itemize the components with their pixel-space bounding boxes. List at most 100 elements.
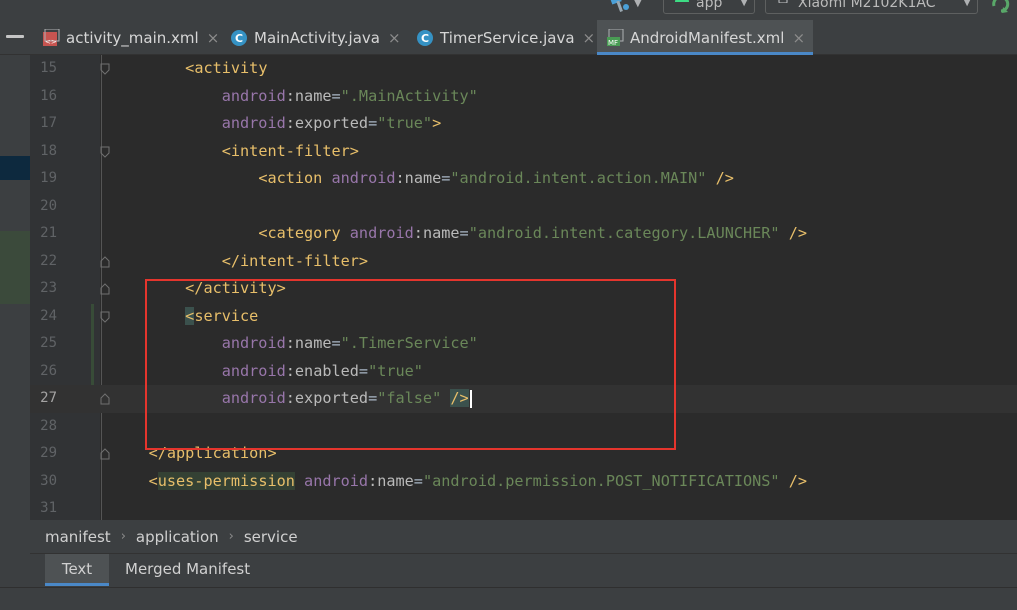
code-text: <service bbox=[185, 306, 259, 325]
tab-label: Merged Manifest bbox=[125, 560, 251, 578]
line-number: 27 bbox=[40, 390, 57, 406]
tab-timerservice-java[interactable]: C TimerService.java × bbox=[416, 20, 595, 55]
line-number: 30 bbox=[40, 472, 57, 489]
tab-androidmanifest-xml[interactable]: MF AndroidManifest.xml × bbox=[597, 20, 814, 55]
selected-file-highlight bbox=[0, 156, 30, 180]
device-label: Xiaomi M2102K1AC bbox=[798, 0, 936, 11]
line-number: 26 bbox=[40, 362, 57, 379]
java-class-icon: C bbox=[231, 29, 247, 46]
code-text: <activity bbox=[185, 59, 268, 77]
text-cursor bbox=[469, 389, 472, 408]
code-text: <uses-permission android:name="android.p… bbox=[148, 471, 808, 490]
svg-text:<>: <> bbox=[45, 38, 57, 46]
line-number: 28 bbox=[40, 417, 57, 434]
tab-text[interactable]: Text bbox=[45, 554, 109, 586]
close-icon[interactable]: × bbox=[207, 29, 220, 47]
tab-activity-main-xml[interactable]: <> activity_main.xml × bbox=[42, 20, 219, 55]
main-toolbar: ▼ app ▼ Xiaomi M2102K1AC ▼ bbox=[0, 0, 1017, 20]
run-configuration-label: app bbox=[696, 0, 723, 11]
code-line[interactable]: 31 bbox=[30, 495, 1017, 523]
fold-open-icon[interactable] bbox=[100, 146, 110, 158]
build-dropdown-caret-icon[interactable]: ▼ bbox=[634, 0, 642, 9]
code-line[interactable]: 15 <activity bbox=[30, 55, 1017, 83]
code-line[interactable]: 19 <action android:name="android.intent.… bbox=[30, 165, 1017, 193]
xml-layout-file-icon: <> bbox=[43, 28, 60, 46]
svg-text:C: C bbox=[235, 32, 243, 45]
code-text: <category android:name="android.intent.c… bbox=[258, 224, 808, 242]
code-text: android:enabled="true" bbox=[221, 361, 423, 380]
device-icon bbox=[778, 0, 788, 3]
code-text: android:name=".MainActivity" bbox=[221, 86, 478, 105]
line-number: 19 bbox=[40, 170, 57, 186]
line-number: 21 bbox=[40, 225, 57, 241]
code-line[interactable]: 18 <intent-filter> bbox=[30, 138, 1017, 166]
line-number: 23 bbox=[40, 280, 57, 296]
line-number: 31 bbox=[40, 500, 57, 516]
code-text: <action android:name="android.intent.act… bbox=[258, 169, 734, 187]
line-number: 22 bbox=[40, 252, 57, 269]
status-bar bbox=[0, 587, 1017, 610]
code-line[interactable]: 22 </intent-filter> bbox=[30, 248, 1017, 276]
code-line[interactable]: 21 <category android:name="android.inten… bbox=[30, 220, 1017, 248]
code-line[interactable]: 23 </activity> bbox=[30, 275, 1017, 303]
fold-close-icon[interactable] bbox=[100, 448, 110, 460]
breadcrumb-item[interactable]: service bbox=[244, 528, 298, 546]
manifest-view-tabs: Text Merged Manifest bbox=[30, 553, 1017, 587]
close-icon[interactable]: × bbox=[792, 29, 805, 47]
editor-tab-bar: <> activity_main.xml × C MainActivity.ja… bbox=[0, 20, 1017, 55]
tab-label: MainActivity.java bbox=[254, 28, 380, 47]
tab-mainactivity-java[interactable]: C MainActivity.java × bbox=[230, 20, 401, 55]
fold-close-icon[interactable] bbox=[100, 393, 110, 405]
line-number: 15 bbox=[40, 60, 57, 76]
breadcrumb-separator: › bbox=[228, 529, 234, 544]
code-text: </activity> bbox=[185, 279, 286, 297]
fold-close-icon[interactable] bbox=[100, 255, 110, 268]
code-text: </intent-filter> bbox=[221, 251, 369, 270]
code-line[interactable]: 25 android:name=".TimerService" bbox=[30, 330, 1017, 358]
svg-text:C: C bbox=[421, 32, 429, 45]
left-panel-bottom bbox=[0, 520, 30, 587]
breadcrumb-separator: › bbox=[120, 529, 126, 544]
breadcrumb-item[interactable]: application bbox=[136, 528, 219, 546]
code-line[interactable]: 29 </application> bbox=[30, 440, 1017, 468]
line-number: 17 bbox=[40, 115, 57, 131]
modified-file-highlight bbox=[0, 231, 30, 304]
tab-merged-manifest[interactable]: Merged Manifest bbox=[125, 554, 265, 586]
line-number: 18 bbox=[40, 142, 57, 159]
tab-list-icon[interactable] bbox=[6, 35, 24, 38]
code-text: <intent-filter> bbox=[221, 141, 359, 160]
close-icon[interactable]: × bbox=[583, 29, 596, 47]
sync-icon[interactable] bbox=[990, 0, 1012, 14]
code-line[interactable]: 28 bbox=[30, 413, 1017, 441]
code-line[interactable]: 30 <uses-permission android:name="androi… bbox=[30, 468, 1017, 496]
code-line[interactable]: 26 android:enabled="true" bbox=[30, 358, 1017, 386]
chevron-down-icon: ▼ bbox=[963, 0, 971, 8]
code-editor[interactable]: 15 <activity 16 android:name=".MainActiv… bbox=[30, 55, 1017, 520]
close-icon[interactable]: × bbox=[388, 29, 401, 47]
tab-label: AndroidManifest.xml bbox=[630, 28, 785, 47]
code-line-current[interactable]: 27 android:exported="false" /> bbox=[30, 385, 1017, 413]
breadcrumb: manifest › application › service bbox=[30, 520, 1017, 553]
fold-open-icon[interactable] bbox=[100, 311, 110, 323]
fold-close-icon[interactable] bbox=[100, 283, 110, 295]
fold-open-icon[interactable] bbox=[100, 63, 110, 75]
line-number: 29 bbox=[40, 445, 57, 461]
svg-text:MF: MF bbox=[608, 39, 618, 47]
run-configuration-selector[interactable]: app ▼ bbox=[663, 0, 755, 14]
chevron-down-icon: ▼ bbox=[740, 0, 748, 8]
tab-label: Text bbox=[61, 560, 93, 578]
java-class-icon: C bbox=[417, 29, 433, 46]
breadcrumb-item[interactable]: manifest bbox=[45, 528, 111, 546]
line-number: 20 bbox=[40, 197, 57, 214]
code-text: android:name=".TimerService" bbox=[221, 334, 478, 352]
build-hammer-icon[interactable] bbox=[609, 0, 631, 12]
tab-label: activity_main.xml bbox=[66, 28, 199, 47]
project-panel-edge bbox=[0, 55, 30, 520]
line-number: 24 bbox=[40, 307, 57, 324]
device-selector[interactable]: Xiaomi M2102K1AC ▼ bbox=[765, 0, 978, 14]
code-line[interactable]: 24 <service bbox=[30, 303, 1017, 331]
code-line[interactable]: 20 bbox=[30, 193, 1017, 221]
line-number: 25 bbox=[40, 335, 57, 351]
code-line[interactable]: 17 android:exported="true"> bbox=[30, 110, 1017, 138]
code-line[interactable]: 16 android:name=".MainActivity" bbox=[30, 83, 1017, 111]
